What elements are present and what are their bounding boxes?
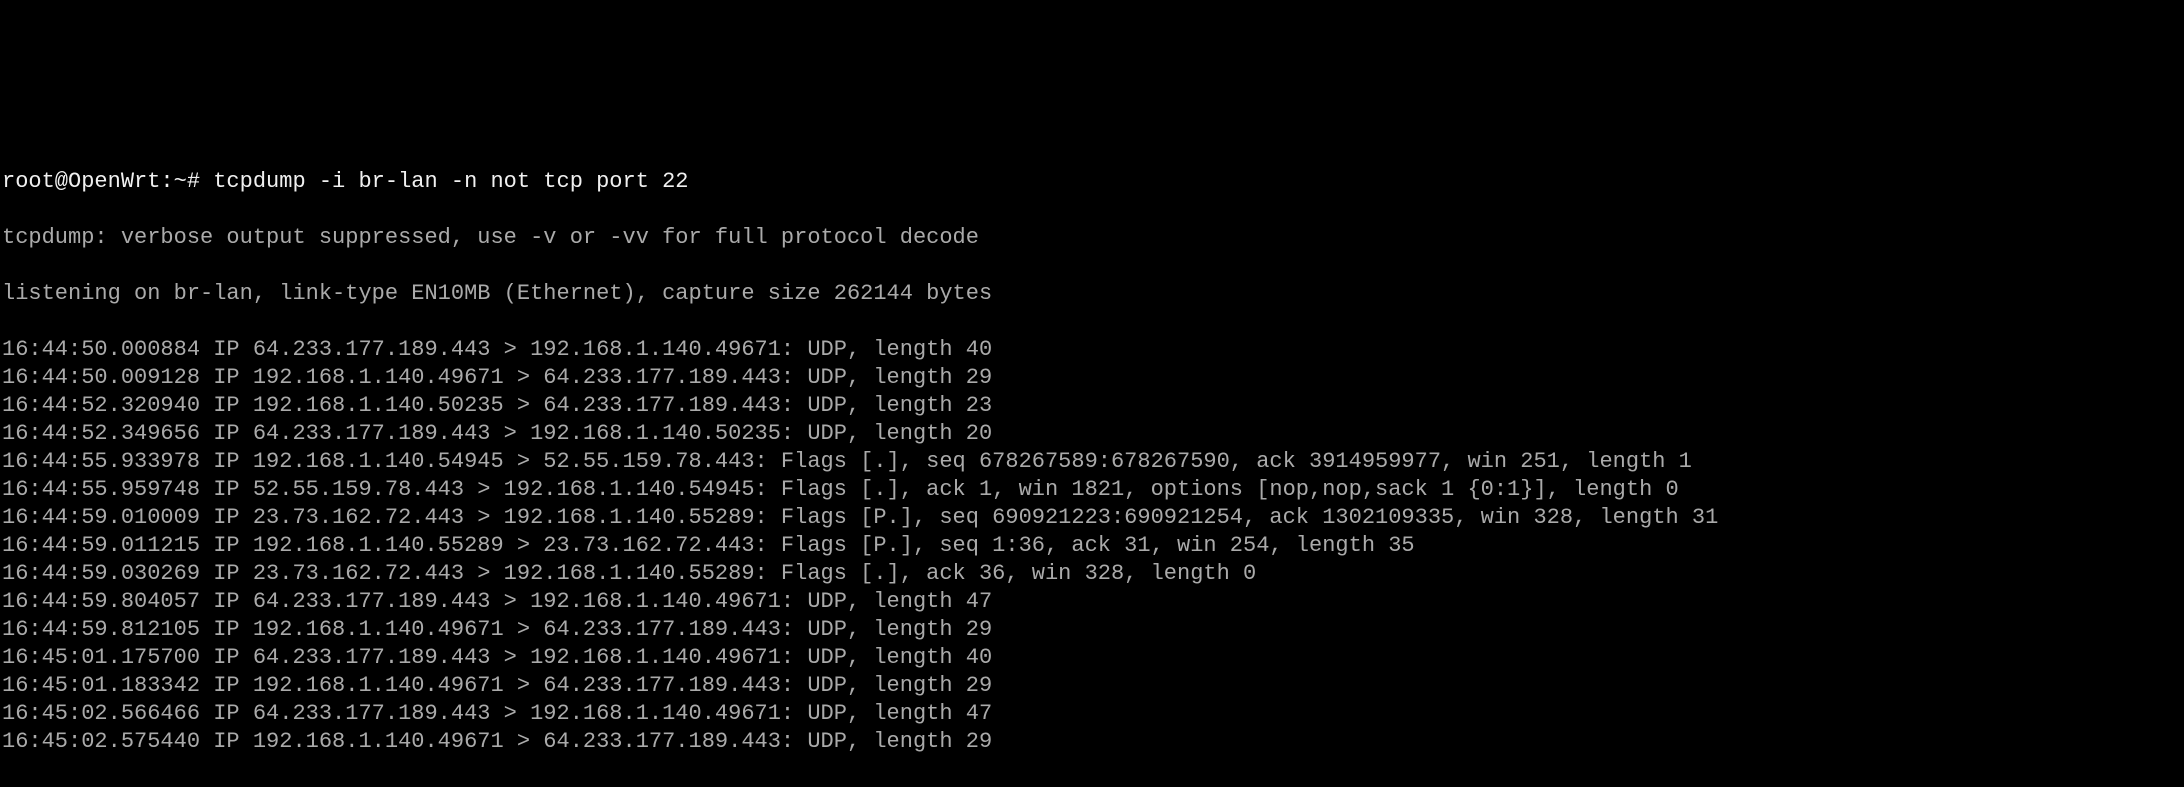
packet-line: 16:44:52.320940 IP 192.168.1.140.50235 >…	[2, 392, 2182, 420]
packet-line: 16:44:50.009128 IP 192.168.1.140.49671 >…	[2, 364, 2182, 392]
command-line: root@OpenWrt:~# tcpdump -i br-lan -n not…	[2, 168, 2182, 196]
packet-line: 16:45:01.175700 IP 64.233.177.189.443 > …	[2, 644, 2182, 672]
packet-line: 16:44:59.804057 IP 64.233.177.189.443 > …	[2, 588, 2182, 616]
packet-line: 16:44:59.010009 IP 23.73.162.72.443 > 19…	[2, 504, 2182, 532]
packet-line: 16:45:01.183342 IP 192.168.1.140.49671 >…	[2, 672, 2182, 700]
packet-line: 16:44:59.011215 IP 192.168.1.140.55289 >…	[2, 532, 2182, 560]
tcpdump-header-1: tcpdump: verbose output suppressed, use …	[2, 224, 2182, 252]
packet-line: 16:44:59.812105 IP 192.168.1.140.49671 >…	[2, 616, 2182, 644]
packet-line: 16:45:02.566466 IP 64.233.177.189.443 > …	[2, 700, 2182, 728]
tcpdump-header-2: listening on br-lan, link-type EN10MB (E…	[2, 280, 2182, 308]
typed-command: tcpdump -i br-lan -n not tcp port 22	[213, 169, 688, 194]
packet-lines-container: 16:44:50.000884 IP 64.233.177.189.443 > …	[2, 336, 2182, 756]
shell-prompt: root@OpenWrt:~#	[2, 169, 213, 194]
packet-line: 16:44:55.959748 IP 52.55.159.78.443 > 19…	[2, 476, 2182, 504]
packet-line: 16:44:52.349656 IP 64.233.177.189.443 > …	[2, 420, 2182, 448]
packet-line: 16:45:02.575440 IP 192.168.1.140.49671 >…	[2, 728, 2182, 756]
terminal-output[interactable]: root@OpenWrt:~# tcpdump -i br-lan -n not…	[0, 140, 2184, 784]
packet-line: 16:44:59.030269 IP 23.73.162.72.443 > 19…	[2, 560, 2182, 588]
packet-line: 16:44:55.933978 IP 192.168.1.140.54945 >…	[2, 448, 2182, 476]
packet-line: 16:44:50.000884 IP 64.233.177.189.443 > …	[2, 336, 2182, 364]
